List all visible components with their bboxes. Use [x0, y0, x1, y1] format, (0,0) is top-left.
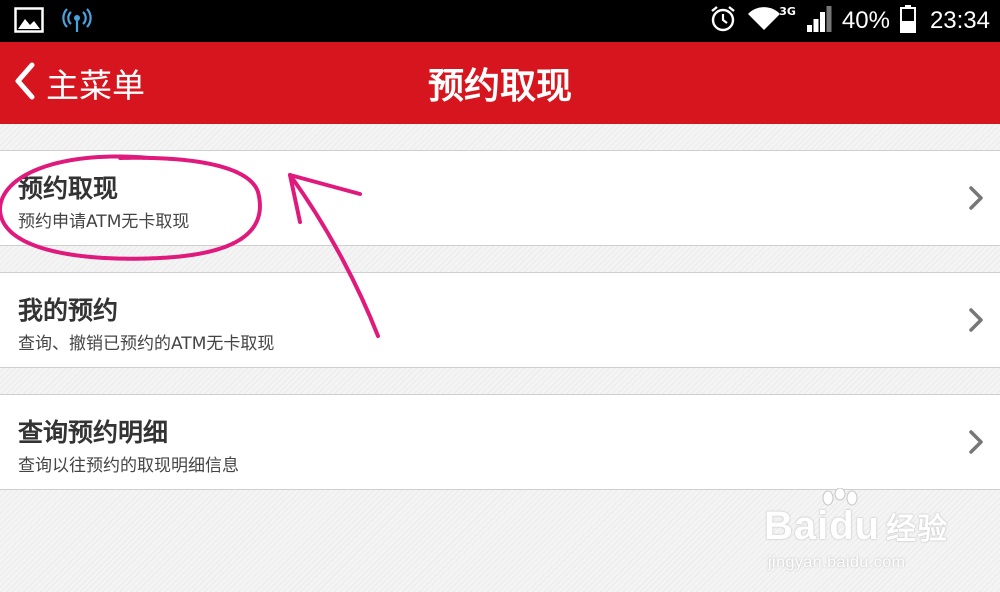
- chevron-right-icon: [968, 185, 984, 215]
- menu-item-title: 查询预约明细: [18, 418, 169, 447]
- chevron-right-icon: [968, 429, 984, 459]
- battery-percent: 40%: [841, 7, 890, 34]
- chevron-right-icon: [968, 307, 984, 337]
- back-button[interactable]: 主菜单: [12, 42, 145, 124]
- back-chevron-icon: [12, 61, 38, 105]
- battery-icon: [899, 5, 916, 37]
- hotspot-icon: [62, 7, 92, 37]
- page-title: 预约取现: [427, 66, 572, 107]
- watermark-url: jingyan.baidu.com: [768, 554, 906, 571]
- menu-item-title: 预约取现: [18, 174, 119, 203]
- menu-item-subtitle: 预约申请ATM无卡取现: [18, 212, 190, 232]
- baidu-watermark: Baidu 经验 jingyan.baidu.com: [760, 487, 990, 583]
- menu-item-my-bookings[interactable]: 我的预约 查询、撤销已预约的ATM无卡取现: [0, 272, 1000, 368]
- watermark-logo: Baidu 经验: [764, 504, 949, 548]
- signal-icon: [806, 5, 832, 37]
- menu-item-title: 我的预约: [18, 296, 119, 325]
- alarm-icon: [709, 5, 737, 37]
- wifi-icon: [747, 6, 781, 36]
- menu-item-subtitle: 查询、撤销已预约的ATM无卡取现: [18, 334, 275, 354]
- clock: 23:34: [929, 7, 990, 34]
- menu-item-booking-details[interactable]: 查询预约明细 查询以往预约的取现明细信息: [0, 394, 1000, 490]
- app-header: 主菜单 预约取现: [0, 42, 1000, 124]
- back-label: 主菜单: [46, 66, 145, 105]
- menu-item-book-withdrawal[interactable]: 预约取现 预约申请ATM无卡取现: [0, 150, 1000, 246]
- gallery-icon: [14, 7, 44, 37]
- status-bar: 3G 40% 23:34: [0, 0, 1000, 42]
- network-type: 3G: [779, 4, 796, 18]
- menu-item-subtitle: 查询以往预约的取现明细信息: [18, 456, 239, 476]
